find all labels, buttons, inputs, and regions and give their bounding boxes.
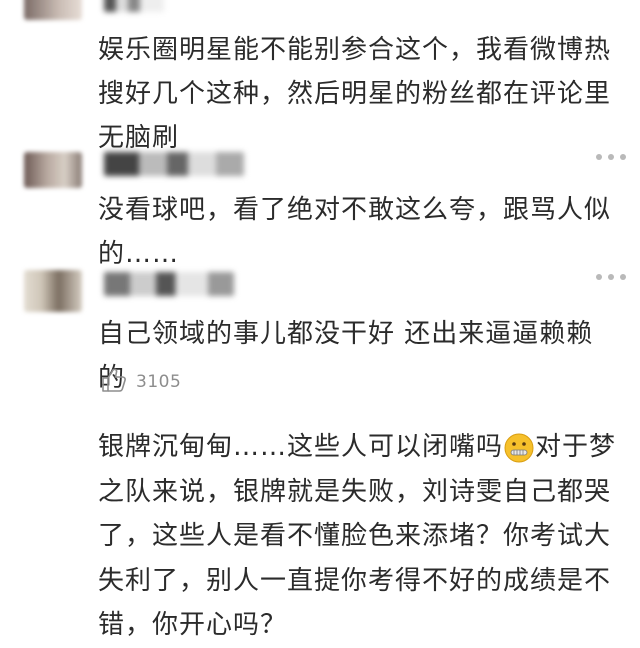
more-options-icon[interactable] xyxy=(596,152,626,162)
comment-item: 自己领域的事儿都没干好 还出来逼逼赖赖的 3105 xyxy=(0,266,640,416)
thumbs-up-icon[interactable] xyxy=(100,366,128,398)
username[interactable] xyxy=(104,0,164,12)
comment-text: 娱乐圈明星能不能别参合这个，我看微博热搜好几个这种，然后明星的粉丝都在评论里无脑… xyxy=(98,35,612,153)
post-text: 银牌沉甸甸……这些人可以闭嘴吗 对于梦之队来说，银牌就是失败，刘诗雯自己都哭了，… xyxy=(98,425,618,648)
username[interactable] xyxy=(104,272,234,296)
post-text-part: 银牌沉甸甸……这些人可以闭嘴吗 xyxy=(98,432,504,462)
avatar[interactable] xyxy=(24,0,82,20)
comment-text: 没看球吧，看了绝对不敢这么夸，跟骂人似的…… xyxy=(98,195,612,269)
like-row[interactable]: 3105 xyxy=(100,366,181,398)
more-options-icon[interactable] xyxy=(596,272,626,282)
avatar[interactable] xyxy=(24,270,82,312)
post-text-part: 对于梦之队来说，银牌就是失败，刘诗雯自己都哭了，这些人是看不懂脸色来添堵？你考试… xyxy=(98,432,617,640)
zipper-mouth-face-icon xyxy=(504,433,534,463)
avatar[interactable] xyxy=(24,152,82,188)
comment-item: 娱乐圈明星能不能别参合这个，我看微博热搜好几个这种，然后明星的粉丝都在评论里无脑… xyxy=(0,0,640,153)
comment-item: 没看球吧，看了绝对不敢这么夸，跟骂人似的…… xyxy=(0,146,640,269)
like-count: 3105 xyxy=(136,372,182,392)
username[interactable] xyxy=(104,152,244,176)
